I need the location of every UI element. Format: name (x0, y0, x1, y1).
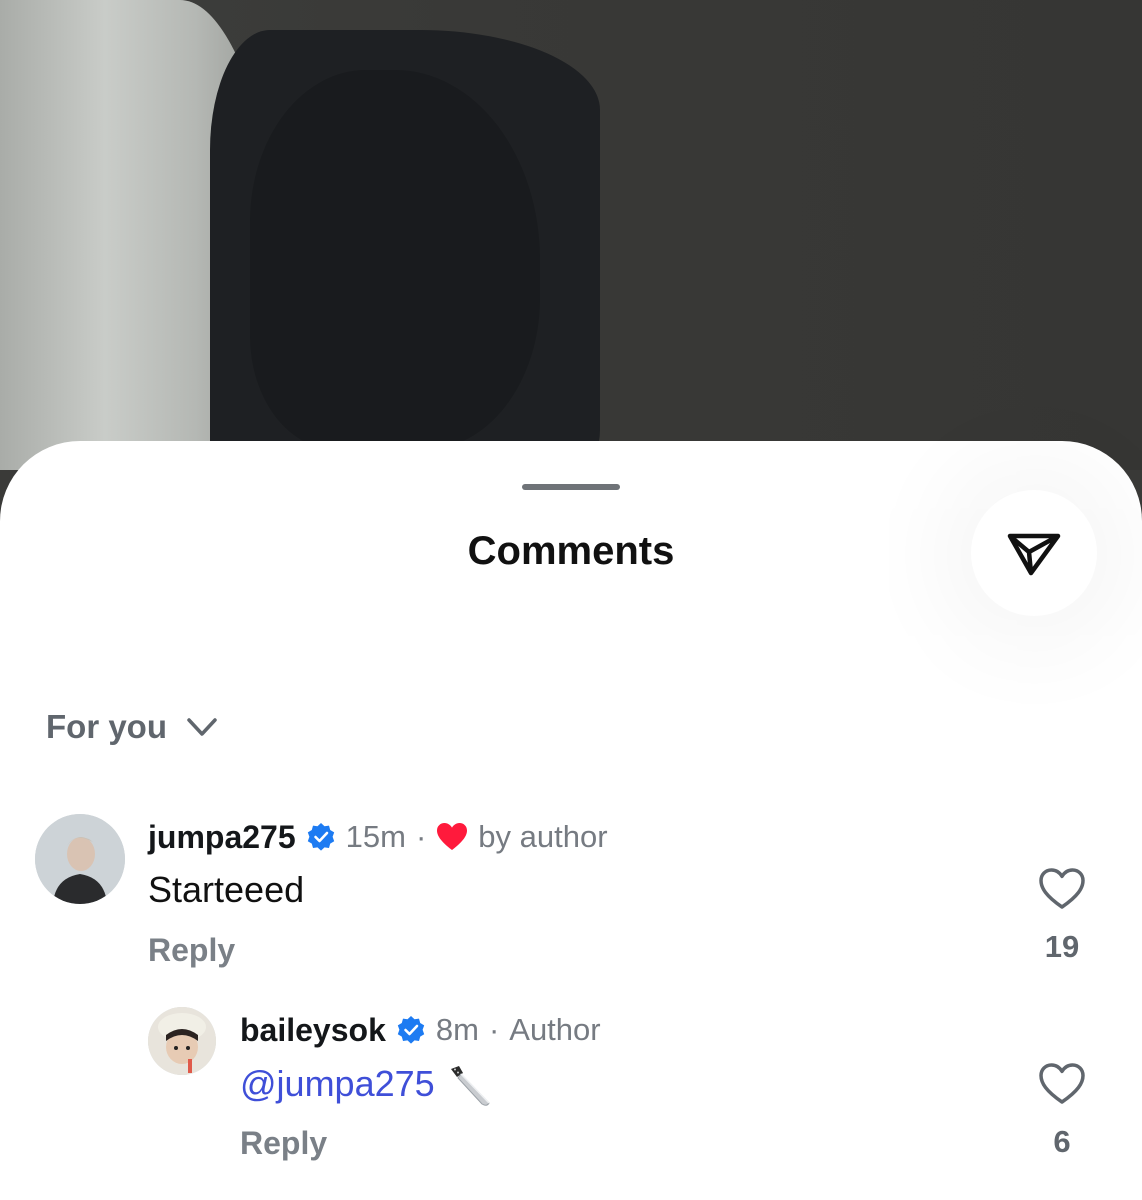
comments-sheet: Comments For you jumpa275 15m · by autho… (0, 441, 1142, 1200)
liked-by-author-label: by author (478, 819, 608, 854)
chevron-down-icon (185, 715, 219, 739)
heart-outline-icon (1039, 868, 1085, 909)
author-tag: Author (509, 1012, 601, 1047)
reply-meta: baileysok 8m · Author (240, 1010, 601, 1050)
video-frame[interactable] (0, 0, 1142, 470)
comment-text: Starteeed (148, 869, 305, 910)
reply-text: @jumpa275 (240, 1063, 493, 1109)
like-button[interactable]: 6 (1022, 1062, 1102, 1160)
avatar[interactable] (148, 1007, 216, 1075)
verified-badge-icon (306, 822, 336, 852)
meta-separator: · (415, 819, 427, 854)
like-button[interactable]: 19 (1022, 867, 1102, 965)
knife-icon (435, 1063, 493, 1107)
comment-meta: jumpa275 15m · by author (148, 817, 608, 857)
heart-outline-icon (1039, 1063, 1085, 1104)
meta-separator: · (488, 1012, 500, 1047)
like-count: 19 (1044, 929, 1080, 964)
verified-badge-icon (396, 1015, 426, 1045)
avatar[interactable] (35, 814, 125, 904)
background-figure (210, 30, 600, 470)
screen: Comments For you jumpa275 15m · by autho… (0, 0, 1142, 1200)
sort-label: For you (46, 708, 167, 745)
sheet-grabber[interactable] (522, 484, 620, 490)
send-icon (1007, 533, 1061, 576)
reply-time: 8m (435, 1012, 479, 1047)
like-count: 6 (1053, 1124, 1071, 1159)
username[interactable]: baileysok (240, 1012, 386, 1049)
mention-link[interactable]: @jumpa275 (240, 1063, 435, 1104)
comment-time: 15m (345, 819, 406, 854)
liked-by-author-heart-icon (436, 822, 468, 852)
reply-button[interactable]: Reply (148, 932, 235, 969)
reply-button[interactable]: Reply (240, 1125, 327, 1162)
share-button[interactable] (971, 490, 1097, 616)
sort-selector[interactable]: For you (46, 708, 219, 746)
username[interactable]: jumpa275 (148, 819, 296, 856)
